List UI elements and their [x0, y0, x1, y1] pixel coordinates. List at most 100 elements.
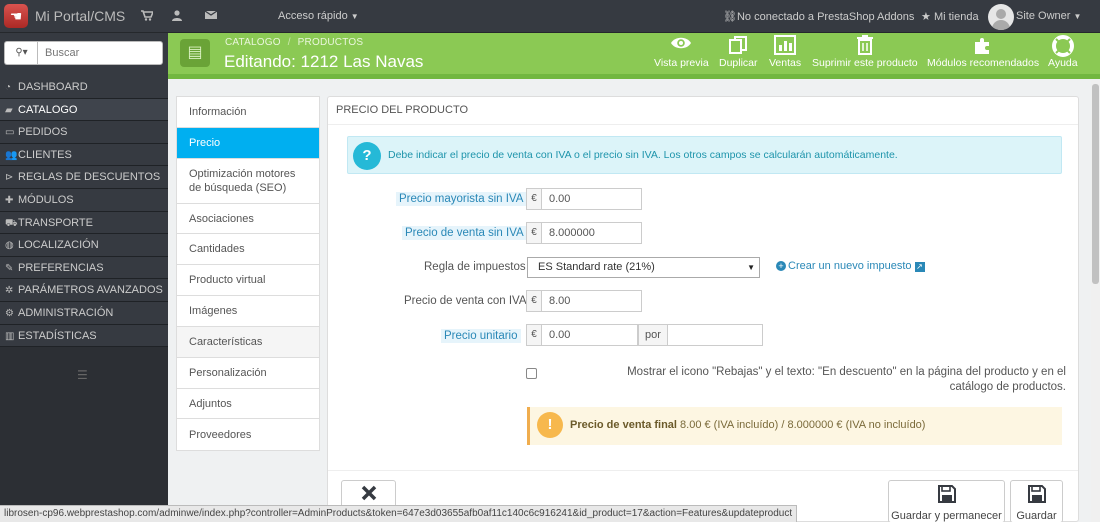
chart-icon: [769, 35, 801, 57]
price-panel: PRECIO DEL PRODUCTO ? Debe indicar el pr…: [327, 96, 1079, 522]
breadcrumb-productos[interactable]: PRODUCTOS: [298, 37, 364, 48]
tax-rule-select[interactable]: ES Standard rate (21%) ▼: [527, 257, 760, 278]
save-and-stay-button[interactable]: Guardar y permanecer: [888, 480, 1005, 522]
delete-product-button[interactable]: Suprimir este producto: [812, 35, 918, 69]
tab-asociaciones[interactable]: Asociaciones: [177, 204, 319, 234]
tags-icon: ⊳: [5, 172, 14, 184]
page-scrollbar[interactable]: [1091, 80, 1100, 522]
tab-caracteristicas[interactable]: Características: [177, 327, 319, 358]
top-navbar: ☚ Mi Portal/CMS Acceso rápido ▼ ⛓No cone…: [0, 0, 1100, 33]
wrench-icon: ✎: [5, 262, 14, 274]
retail-price-tax-group: €: [526, 290, 642, 312]
envelope-icon[interactable]: [204, 10, 218, 22]
scrollbar-thumb[interactable]: [1092, 84, 1099, 284]
info-alert: ? Debe indicar el precio de venta con IV…: [347, 136, 1062, 174]
search-icon: ⚲: [15, 47, 23, 58]
tab-proveedores[interactable]: Proveedores: [177, 419, 319, 450]
tab-adjuntos[interactable]: Adjuntos: [177, 389, 319, 419]
unity-input[interactable]: [667, 324, 763, 346]
panel-footer-divider: [328, 470, 1078, 471]
floppy-disk-icon: [1011, 484, 1062, 510]
page-header: ▤ CATALOGO / PRODUCTOS Editando: 1212 Las …: [168, 33, 1100, 74]
retail-price-label: Precio de venta sin IVA: [402, 226, 527, 240]
search-form: ⚲▾: [0, 33, 168, 77]
external-link-icon: ↗: [914, 262, 925, 272]
my-shop-link[interactable]: ★ Mi tienda: [921, 10, 979, 23]
preview-button[interactable]: Vista previa: [654, 35, 709, 69]
tab-personalizacion[interactable]: Personalización: [177, 358, 319, 389]
bar-chart-icon: ▥: [5, 330, 15, 342]
user-icon[interactable]: [172, 10, 185, 22]
save-button[interactable]: Guardar: [1010, 480, 1063, 522]
lifebuoy-icon: [1048, 35, 1078, 57]
help-button[interactable]: Ayuda: [1048, 35, 1078, 69]
breadcrumb: CATALOGO / PRODUCTOS: [225, 37, 364, 48]
wholesale-price-input[interactable]: [541, 188, 642, 210]
avatar[interactable]: [988, 4, 1014, 30]
sidebar-item-catalogo[interactable]: ▰ CATALOGO: [0, 98, 168, 122]
on-sale-checkbox[interactable]: [526, 368, 537, 379]
retail-price-group: €: [526, 222, 642, 244]
on-sale-label: Mostrar el icono "Rebajas" y el texto: "…: [627, 366, 1066, 393]
product-tabs: Información Precio Optimización motores …: [176, 96, 320, 451]
brand-title[interactable]: Mi Portal/CMS: [35, 8, 125, 24]
puzzle-icon: [927, 35, 1039, 57]
sales-button[interactable]: Ventas: [769, 35, 801, 69]
puzzle-icon: ✚: [5, 194, 14, 206]
trash-icon: [812, 35, 918, 57]
sidebar-item-parametros-avanzados[interactable]: ✲ PARÁMETROS AVANZADOS: [0, 279, 168, 302]
recommended-modules-button[interactable]: Módulos recomendados: [927, 35, 1039, 69]
sidebar-item-clientes[interactable]: 👥CLIENTES: [0, 143, 168, 167]
tab-seo[interactable]: Optimización motores de búsqueda (SEO): [177, 159, 319, 204]
addons-connection-link[interactable]: ⛓No conectado a PrestaShop Addons: [723, 10, 914, 23]
currency-addon: €: [526, 290, 541, 312]
tab-producto-virtual[interactable]: Producto virtual: [177, 265, 319, 296]
sidebar-collapse-icon[interactable]: ☰: [77, 368, 88, 382]
question-icon: ?: [353, 142, 381, 170]
currency-addon: €: [526, 324, 541, 346]
cart-icon[interactable]: [141, 10, 155, 22]
copy-icon: [719, 35, 758, 57]
employee-dropdown[interactable]: Site Owner ▼: [1016, 10, 1081, 22]
retail-price-tax-label: Precio de venta con IVA: [404, 295, 527, 307]
unit-price-input[interactable]: [541, 324, 638, 346]
tab-precio[interactable]: Precio: [177, 128, 319, 159]
tab-cantidades[interactable]: Cantidades: [177, 234, 319, 265]
info-message: Debe indicar el precio de venta con IVA …: [388, 149, 898, 161]
star-icon: ★: [921, 11, 931, 23]
panel-title: PRECIO DEL PRODUCTO: [336, 104, 469, 116]
sidebar-item-preferencias[interactable]: ✎ PREFERENCIAS: [0, 256, 168, 280]
wholesale-price-group: €: [526, 188, 642, 210]
unit-per-group: [667, 324, 763, 346]
breadcrumb-catalogo[interactable]: CATALOGO: [225, 37, 281, 48]
sidebar-item-administracion[interactable]: ⚙ ADMINISTRACIÓN: [0, 301, 168, 325]
sidebar-item-modulos[interactable]: ✚ MÓDULOS: [0, 188, 168, 212]
sidebar-item-transporte[interactable]: ⛟TRANSPORTE: [0, 211, 168, 235]
prestashop-logo-icon[interactable]: ☚: [4, 4, 28, 28]
sidebar-item-dashboard[interactable]: ◔ DASHBOARD: [0, 76, 168, 99]
sidebar-item-reglas-descuentos[interactable]: ⊳ REGLAS DE DESCUENTOS: [0, 166, 168, 189]
sidebar-item-localizacion[interactable]: ◍ LOCALIZACIÓN: [0, 234, 168, 257]
globe-icon: ◍: [5, 240, 14, 252]
wholesale-price-label: Precio mayorista sin IVA: [396, 192, 527, 206]
book-icon: ▰: [5, 104, 13, 116]
sidebar-item-estadisticas[interactable]: ▥ ESTADÍSTICAS: [0, 324, 168, 348]
select-arrow-icon: ▼: [747, 263, 755, 272]
dashboard-icon: ◔: [5, 82, 12, 93]
cog-icon: ⚙: [5, 307, 14, 319]
quick-access-dropdown[interactable]: Acceso rápido ▼: [278, 10, 359, 22]
retail-price-tax-input[interactable]: [541, 290, 642, 312]
final-price-message: Precio de venta final 8.00 € (IVA incluí…: [570, 419, 926, 431]
tab-informacion[interactable]: Información: [177, 97, 319, 128]
new-tax-link[interactable]: + Crear un nuevo impuesto ↗: [776, 260, 925, 272]
tab-imagenes[interactable]: Imágenes: [177, 296, 319, 327]
sidebar-item-pedidos[interactable]: ▭ PEDIDOS: [0, 121, 168, 144]
catalog-book-icon: ▤: [180, 39, 210, 67]
final-price-alert: ! Precio de venta final 8.00 € (IVA incl…: [527, 407, 1062, 445]
status-bar-url: librosen-cp96.webprestashop.com/adminwe/…: [0, 505, 798, 522]
duplicate-button[interactable]: Duplicar: [719, 35, 758, 69]
search-input[interactable]: [37, 41, 163, 65]
search-type-button[interactable]: ⚲▾: [4, 41, 38, 65]
retail-price-input[interactable]: [541, 222, 642, 244]
sidebar-menu: ◔ DASHBOARD ▰ CATALOGO ▭ PEDIDOS 👥CLIENTES …: [0, 76, 168, 348]
